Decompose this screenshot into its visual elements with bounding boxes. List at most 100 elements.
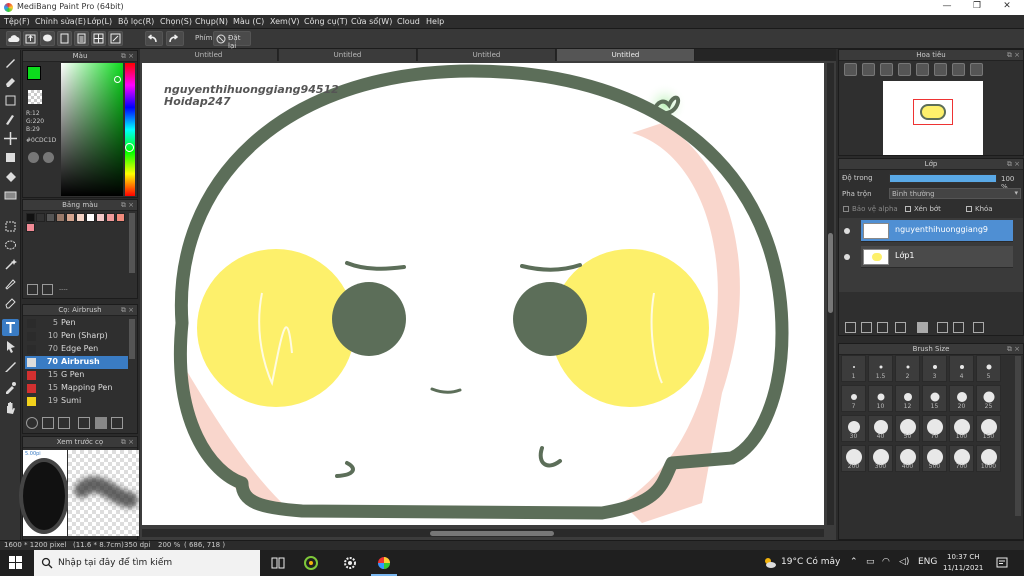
magic-wand-tool[interactable] bbox=[2, 256, 19, 273]
eraser-tool[interactable] bbox=[2, 73, 19, 90]
volume-icon[interactable]: ◁) bbox=[899, 557, 909, 567]
brush-size-cell[interactable]: 3 bbox=[922, 355, 947, 382]
duplicate-brush-button[interactable] bbox=[78, 417, 90, 429]
brush-size-cell[interactable]: 12 bbox=[895, 385, 920, 412]
zoom-reset-icon[interactable] bbox=[898, 63, 911, 76]
notification-icon[interactable] bbox=[994, 555, 1010, 571]
upload-button[interactable] bbox=[23, 31, 38, 46]
menu-view[interactable]: Xem(V) bbox=[270, 17, 300, 26]
doc-tab-3[interactable]: Untitled bbox=[418, 49, 556, 61]
taskbar-search-box[interactable]: Nhập tại đây để tìm kiếm bbox=[34, 550, 260, 576]
vertical-scrollbar[interactable] bbox=[827, 63, 834, 525]
delete-layer-icon[interactable] bbox=[973, 322, 984, 333]
folder-button[interactable] bbox=[95, 417, 107, 429]
brush-size-cell[interactable]: 30 bbox=[841, 415, 866, 442]
layer-row[interactable]: Lớp1 bbox=[861, 246, 1013, 268]
folder-icon[interactable] bbox=[917, 322, 928, 333]
transparent-color[interactable] bbox=[28, 90, 42, 104]
brush-size-cell[interactable]: 40 bbox=[868, 415, 893, 442]
text-tool[interactable] bbox=[2, 319, 19, 336]
rotate-left-icon[interactable] bbox=[916, 63, 929, 76]
blend-mode-select[interactable]: Bình thường ▾ bbox=[889, 188, 1021, 199]
horizontal-scrollbar[interactable] bbox=[142, 529, 824, 537]
menu-select[interactable]: Chọn(S) bbox=[160, 17, 192, 26]
brush-size-cell[interactable]: 50 bbox=[895, 415, 920, 442]
clock-time[interactable]: 10:37 CH bbox=[947, 553, 980, 561]
doc-tab-1[interactable]: Untitled bbox=[140, 49, 278, 61]
doc-tab-4[interactable]: Untitled bbox=[557, 49, 695, 61]
protect-alpha-checkbox[interactable] bbox=[843, 206, 849, 212]
tray-chevron-icon[interactable]: ⌃ bbox=[850, 557, 858, 567]
layer-menu-icon[interactable] bbox=[895, 322, 906, 333]
clip-checkbox[interactable] bbox=[905, 206, 911, 212]
brush-size-cell[interactable]: 20 bbox=[949, 385, 974, 412]
brush-item[interactable]: 5 Pen bbox=[25, 317, 128, 330]
palette-swatch[interactable] bbox=[106, 213, 115, 222]
eyedropper-tool[interactable] bbox=[2, 379, 19, 396]
brush-size-cell[interactable]: 1000 bbox=[976, 445, 1001, 472]
palette-swatch[interactable] bbox=[56, 213, 65, 222]
brush-size-cell[interactable]: 1 bbox=[841, 355, 866, 382]
grid-button[interactable] bbox=[91, 31, 106, 46]
minimize-button[interactable]: — bbox=[932, 1, 962, 14]
palette-swatch[interactable] bbox=[116, 213, 125, 222]
select-tool[interactable] bbox=[2, 218, 19, 235]
brush-size-cell[interactable]: 25 bbox=[976, 385, 1001, 412]
reset-button[interactable]: Đặt lại bbox=[213, 31, 251, 50]
rotate-right-icon[interactable] bbox=[952, 63, 965, 76]
close-button[interactable]: ✕ bbox=[992, 1, 1022, 14]
select-eraser-tool[interactable] bbox=[2, 294, 19, 311]
dot-tool[interactable] bbox=[2, 111, 19, 128]
brush-size-cell[interactable]: 1.5 bbox=[868, 355, 893, 382]
color-settings-icon[interactable] bbox=[43, 152, 54, 163]
menu-window[interactable]: Cửa sổ(W) bbox=[351, 17, 392, 26]
operation-tool[interactable] bbox=[2, 338, 19, 355]
medibang-taskbar-icon[interactable] bbox=[376, 555, 392, 571]
delete-palette-button[interactable] bbox=[42, 284, 53, 295]
brush-item[interactable]: 10 Pen (Sharp) bbox=[25, 330, 128, 343]
hue-slider[interactable] bbox=[125, 63, 135, 196]
language-indicator[interactable]: ENG bbox=[918, 557, 937, 567]
select-pen-tool[interactable] bbox=[2, 275, 19, 292]
brush-item[interactable]: 70 Edge Pen bbox=[25, 343, 128, 356]
taskbar-app-icon[interactable] bbox=[303, 555, 319, 571]
brush-size-cell[interactable]: 7 bbox=[841, 385, 866, 412]
palette-swatch[interactable] bbox=[76, 213, 85, 222]
brush-item[interactable]: 15 Mapping Pen bbox=[25, 382, 128, 395]
redo-button[interactable] bbox=[166, 31, 184, 46]
wifi-icon[interactable]: ◠ bbox=[882, 557, 890, 567]
navigator-viewport[interactable] bbox=[913, 99, 953, 125]
copy-layer-icon[interactable] bbox=[877, 322, 888, 333]
navigator-thumbnail[interactable] bbox=[883, 81, 983, 155]
brush-size-cell[interactable]: 400 bbox=[895, 445, 920, 472]
hand-tool[interactable] bbox=[2, 399, 19, 416]
palette-swatch[interactable] bbox=[86, 213, 95, 222]
clock-date[interactable]: 11/11/2021 bbox=[943, 564, 983, 572]
brush-size-cell[interactable]: 200 bbox=[841, 445, 866, 472]
color-wheel-icon[interactable] bbox=[28, 152, 39, 163]
palette-swatch[interactable] bbox=[26, 213, 35, 222]
add-palette-button[interactable] bbox=[27, 284, 38, 295]
comment-button[interactable] bbox=[40, 31, 55, 46]
page-button[interactable] bbox=[74, 31, 89, 46]
opacity-slider[interactable] bbox=[889, 174, 997, 183]
cloud-button[interactable] bbox=[6, 31, 21, 46]
brush-size-cell[interactable]: 5 bbox=[976, 355, 1001, 382]
eye-icon[interactable] bbox=[844, 254, 850, 260]
fill-rect-tool[interactable] bbox=[2, 149, 19, 166]
bucket-tool[interactable] bbox=[2, 168, 19, 185]
task-view-icon[interactable] bbox=[270, 555, 286, 571]
brush-size-cell[interactable]: 4 bbox=[949, 355, 974, 382]
add-brush-button[interactable] bbox=[42, 417, 54, 429]
vertical-scroll-thumb[interactable] bbox=[828, 233, 833, 313]
palette-swatch[interactable] bbox=[36, 213, 45, 222]
undo-button[interactable] bbox=[145, 31, 163, 46]
palette-swatch[interactable] bbox=[26, 223, 35, 232]
menu-edit[interactable]: Chỉnh sửa(E) bbox=[35, 17, 86, 26]
settings-gear-icon[interactable] bbox=[342, 555, 358, 571]
maximize-button[interactable]: ❐ bbox=[962, 1, 992, 14]
brush-size-cell[interactable]: 70 bbox=[922, 415, 947, 442]
palette-scrollbar[interactable] bbox=[129, 213, 135, 273]
brush-size-cell[interactable]: 2 bbox=[895, 355, 920, 382]
saturation-value-picker[interactable] bbox=[61, 63, 123, 196]
